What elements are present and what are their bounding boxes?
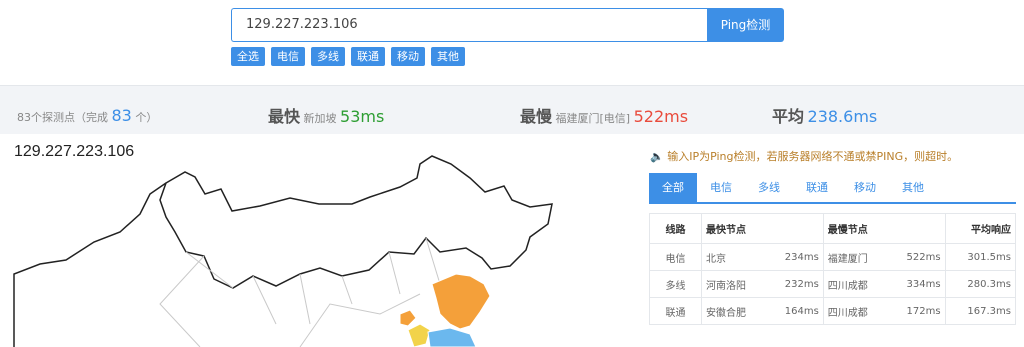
summary-bar: 83个探测点（完成 83 个） 最快 新加坡 53ms 最慢 福建厦门[电信] … — [0, 95, 1024, 133]
filter-unicom[interactable]: 联通 — [351, 47, 385, 66]
line-link[interactable]: 电信 — [649, 243, 702, 271]
province-orange-small — [399, 309, 417, 327]
filter-telecom[interactable]: 电信 — [271, 47, 305, 66]
line-tabs: 全部 电信 多线 联通 移动 其他 — [649, 173, 1016, 204]
province-yellow — [407, 323, 431, 347]
search-panel: 129.227.223.106 Ping检测 全选 电信 多线 联通 移动 其他 — [0, 0, 1024, 86]
slowest-stat: 最慢 福建厦门[电信] 522ms — [520, 107, 689, 126]
tab-mobile[interactable]: 移动 — [841, 173, 889, 202]
line-filters: 全选 电信 多线 联通 移动 其他 — [231, 47, 465, 66]
filter-multiline[interactable]: 多线 — [311, 47, 345, 66]
notice-text: 🔈 输入IP为Ping检测，若服务器网络不通或禁PING，则超时。 — [650, 150, 959, 163]
table-header: 线路 最快节点 最慢节点 平均响应 — [649, 213, 1016, 244]
line-link[interactable]: 多线 — [649, 270, 702, 298]
province-orange-east — [431, 273, 491, 330]
speaker-icon: 🔈 — [650, 150, 664, 163]
tab-multiline[interactable]: 多线 — [745, 173, 793, 202]
ping-check-button[interactable]: Ping检测 — [707, 8, 784, 42]
ip-input[interactable]: 129.227.223.106 — [231, 8, 707, 42]
tab-all[interactable]: 全部 — [649, 173, 697, 202]
tab-telecom[interactable]: 电信 — [697, 173, 745, 202]
filter-mobile[interactable]: 移动 — [391, 47, 425, 66]
results-area: 129.227.223.106 🔈 输入IP为Ping检测，若服务器网络不通或禁… — [0, 134, 1024, 347]
west-border — [13, 182, 167, 347]
table-row: 联通 安徽合肥 164ms 四川成都 172ms 167.3ms — [649, 297, 1016, 325]
probe-count: 83个探测点（完成 83 个） — [17, 106, 158, 125]
fastest-stat: 最快 新加坡 53ms — [268, 107, 385, 126]
line-link[interactable]: 联通 — [649, 297, 702, 325]
province-blue — [427, 327, 477, 347]
china-latency-map: 129.227.223.106 — [13, 143, 553, 347]
table-row: 多线 河南洛阳 232ms 四川成都 334ms 280.3ms — [649, 270, 1016, 298]
table-row: 电信 北京 234ms 福建厦门 522ms 301.5ms — [649, 243, 1016, 271]
filter-other[interactable]: 其他 — [431, 47, 465, 66]
tab-other[interactable]: 其他 — [889, 173, 937, 202]
tab-unicom[interactable]: 联通 — [793, 173, 841, 202]
map-border — [159, 155, 553, 289]
completed-count: 83 — [111, 106, 132, 125]
line-summary-table: 线路 最快节点 最慢节点 平均响应 电信 北京 234ms 福建厦门 522ms… — [649, 213, 1016, 325]
filter-select-all[interactable]: 全选 — [231, 47, 265, 66]
average-stat: 平均 238.6ms — [772, 107, 878, 126]
map-ip-title: 129.227.223.106 — [14, 143, 134, 160]
